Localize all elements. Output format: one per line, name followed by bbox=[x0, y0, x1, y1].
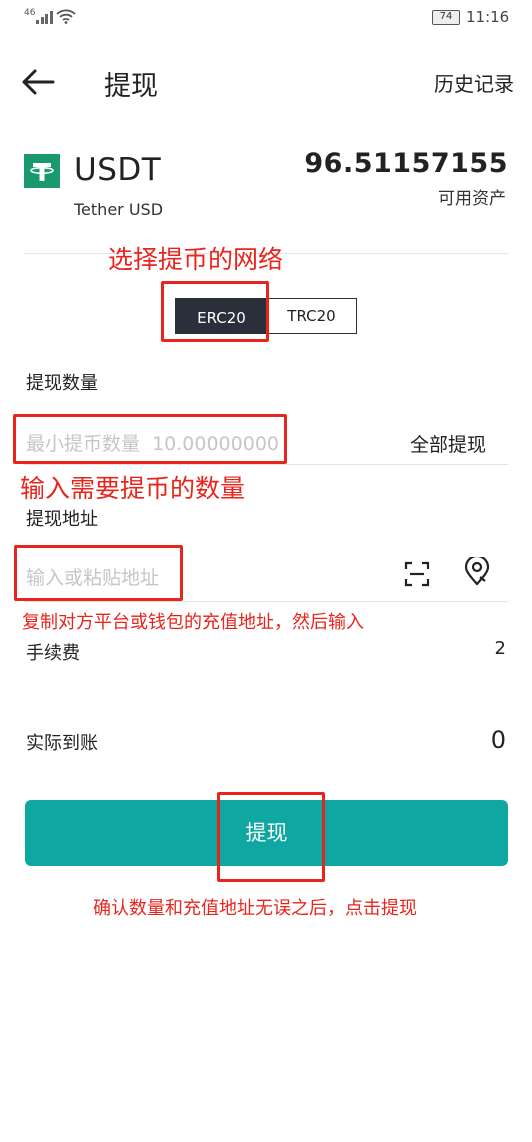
received-label: 实际到账 bbox=[26, 733, 98, 754]
location-pin-icon[interactable] bbox=[463, 557, 491, 587]
amount-label: 提现数量 bbox=[26, 373, 98, 394]
signal-icon bbox=[36, 10, 53, 24]
tether-logo-icon bbox=[24, 154, 60, 188]
available-balance: 96.51157155 bbox=[304, 148, 508, 179]
network-annotation: 选择提币的网络 bbox=[108, 245, 284, 274]
network-highlight-box bbox=[161, 281, 269, 342]
status-bar: 46 74 11:16 bbox=[0, 0, 532, 36]
clock: 11:16 bbox=[466, 8, 510, 26]
address-highlight-box bbox=[14, 545, 183, 601]
address-input-underline bbox=[24, 601, 508, 602]
address-annotation: 复制对方平台或钱包的充值地址，然后输入 bbox=[22, 612, 364, 633]
network-type: 46 bbox=[24, 8, 36, 18]
submit-highlight-box bbox=[217, 792, 325, 882]
page-title: 提现 bbox=[104, 71, 158, 102]
scan-icon[interactable] bbox=[404, 561, 430, 587]
submit-annotation: 确认数量和充值地址无误之后，点击提现 bbox=[93, 898, 417, 919]
fee-label: 手续费 bbox=[26, 643, 80, 664]
amount-annotation: 输入需要提币的数量 bbox=[20, 474, 246, 503]
coin-full-name: Tether USD bbox=[74, 200, 164, 219]
address-label: 提现地址 bbox=[26, 509, 98, 530]
wifi-icon bbox=[56, 9, 76, 24]
network-option-trc20[interactable]: TRC20 bbox=[266, 298, 357, 334]
coin-symbol: USDT bbox=[74, 152, 162, 188]
battery-indicator: 74 bbox=[432, 10, 460, 25]
arrow-left-icon[interactable] bbox=[20, 66, 56, 98]
available-balance-label: 可用资产 bbox=[438, 189, 506, 209]
fee-value: 2 bbox=[494, 638, 506, 659]
history-link[interactable]: 历史记录 bbox=[434, 68, 514, 97]
amount-highlight-box bbox=[13, 414, 287, 464]
received-value: 0 bbox=[490, 726, 506, 754]
header: 提现 历史记录 bbox=[0, 52, 532, 112]
amount-input-underline bbox=[24, 464, 508, 465]
withdraw-all-button[interactable]: 全部提现 bbox=[410, 430, 486, 457]
